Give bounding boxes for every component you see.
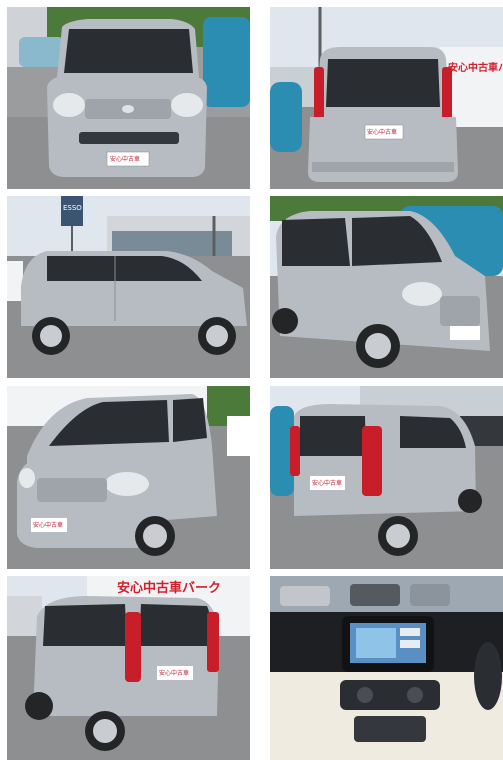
photo-rear-image: 安心中古車バーク 安心中古車 [270, 7, 503, 189]
photo-front-quarter-left[interactable]: 安心中古車 [7, 386, 250, 569]
pole-sign-text: ESSO [63, 204, 82, 212]
dealer-sign-text: 安心中古車バーク [448, 61, 503, 74]
photo-rear-quarter-right-image: 安心中古車 [270, 386, 503, 569]
photo-front-image: 安心中古車 [7, 7, 250, 189]
photo-front-quarter-right-image [270, 196, 503, 378]
plate-text: 安心中古車 [159, 669, 189, 677]
photo-rear[interactable]: 安心中古車バーク 安心中古車 [270, 7, 503, 189]
plate-text: 安心中古車 [367, 128, 397, 136]
plate-text: 安心中古車 [110, 155, 140, 163]
plate-text: 安心中古車 [33, 521, 63, 529]
photo-rear-quarter-right[interactable]: 安心中古車 [270, 386, 503, 569]
photo-front-quarter-right[interactable] [270, 196, 503, 378]
photo-rear-quarter-left[interactable]: 安心中古車バーク 安心中古車 [7, 576, 250, 760]
photo-side[interactable]: ESSO [7, 196, 250, 378]
photo-front-quarter-left-image: 安心中古車 [7, 386, 250, 569]
plate-text: 安心中古車 [312, 479, 342, 487]
photo-rear-quarter-left-image: 安心中古車バーク 安心中古車 [7, 576, 250, 760]
photo-interior[interactable] [270, 576, 503, 760]
dealer-sign-text: 安心中古車バーク [117, 580, 221, 596]
photo-side-image: ESSO [7, 196, 250, 378]
photo-interior-image [270, 576, 503, 760]
photo-front[interactable]: 安心中古車 [7, 7, 250, 189]
